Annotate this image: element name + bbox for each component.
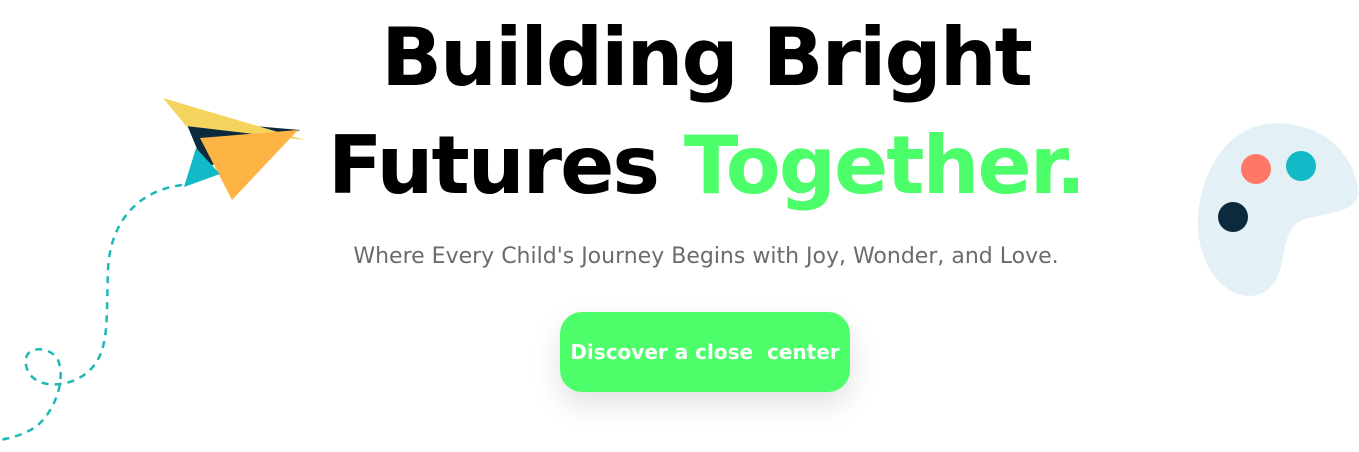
paint-palette-icon [1197, 123, 1359, 296]
headline-line-2: Futures Together. [0, 112, 1359, 220]
hero-section: Building Bright Futures Together. Where … [0, 0, 1359, 452]
headline-line-1: Building Bright [381, 11, 1033, 104]
headline: Building Bright Futures Together. [0, 4, 1359, 220]
headline-accent-text: Together. [683, 119, 1086, 212]
palette-dot-teal [1286, 151, 1316, 181]
palette-dot-coral [1241, 154, 1271, 184]
discover-center-button[interactable]: Discover a close center [560, 312, 850, 392]
headline-plain-text: Futures [327, 119, 684, 212]
dashed-flight-path [0, 183, 183, 442]
palette-dot-navy [1218, 202, 1248, 232]
hero-subtitle: Where Every Child's Journey Begins with … [353, 244, 1059, 269]
